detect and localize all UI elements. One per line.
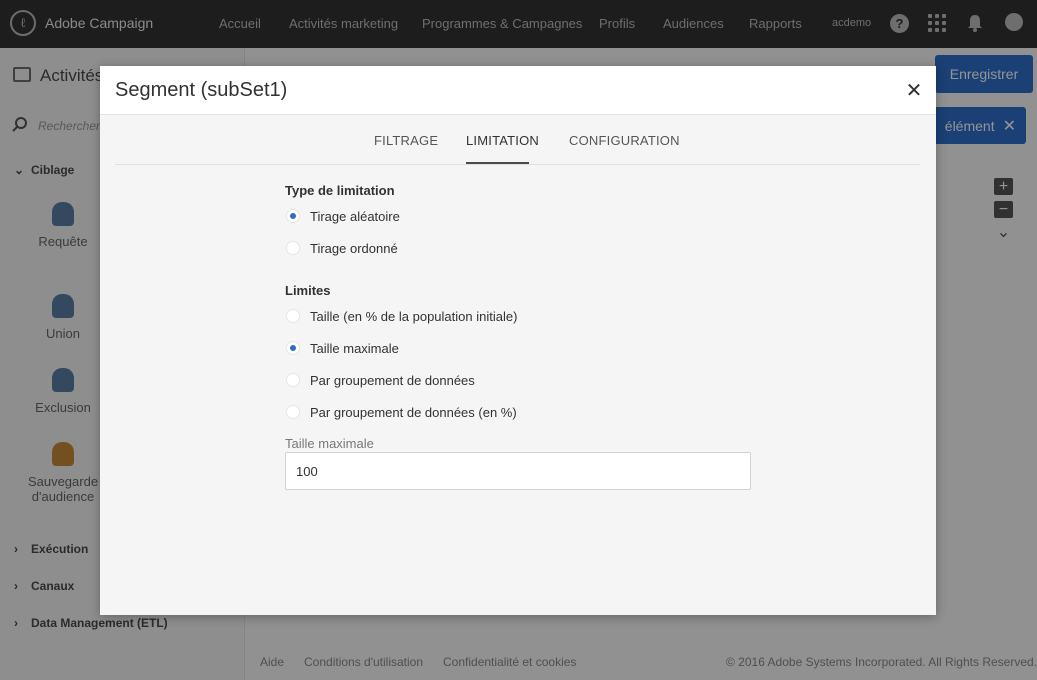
radio-tirage-ordonne[interactable]: Tirage ordonné	[286, 240, 398, 256]
radio-label: Taille (en % de la population initiale)	[310, 308, 518, 324]
radio-button[interactable]	[286, 405, 300, 419]
radio-label: Tirage aléatoire	[310, 208, 400, 224]
limitation-type-label: Type de limitation	[285, 183, 395, 198]
segment-dialog: Segment (subSet1) ✕ FILTRAGE LIMITATION …	[100, 66, 936, 615]
radio-groupement-donnees-pourcentage[interactable]: Par groupement de données (en %)	[286, 404, 517, 420]
max-size-input[interactable]	[285, 452, 751, 490]
radio-button[interactable]	[286, 309, 300, 323]
radio-button[interactable]	[286, 341, 300, 355]
radio-label: Par groupement de données (en %)	[310, 404, 517, 420]
dialog-title: Segment (subSet1)	[115, 79, 288, 101]
radio-taille-pourcentage[interactable]: Taille (en % de la population initiale)	[286, 308, 517, 324]
limits-label: Limites	[285, 283, 331, 298]
close-icon[interactable]: ✕	[905, 81, 923, 101]
dialog-tabs: FILTRAGE LIMITATION CONFIGURATION	[115, 115, 920, 165]
radio-label: Tirage ordonné	[310, 240, 398, 256]
radio-tirage-aleatoire[interactable]: Tirage aléatoire	[286, 208, 400, 224]
radio-button[interactable]	[286, 209, 300, 223]
tab-limitation[interactable]: LIMITATION	[466, 133, 539, 148]
radio-label: Par groupement de données	[310, 372, 475, 388]
radio-taille-maximale[interactable]: Taille maximale	[286, 340, 399, 356]
dialog-header: Segment (subSet1) ✕	[100, 66, 936, 115]
radio-label: Taille maximale	[310, 340, 399, 356]
radio-button[interactable]	[286, 373, 300, 387]
radio-groupement-donnees[interactable]: Par groupement de données	[286, 372, 475, 388]
radio-button[interactable]	[286, 241, 300, 255]
max-size-label: Taille maximale	[285, 436, 374, 451]
active-tab-indicator	[466, 162, 529, 164]
tab-filtrage[interactable]: FILTRAGE	[374, 133, 438, 148]
tab-configuration[interactable]: CONFIGURATION	[569, 133, 680, 148]
